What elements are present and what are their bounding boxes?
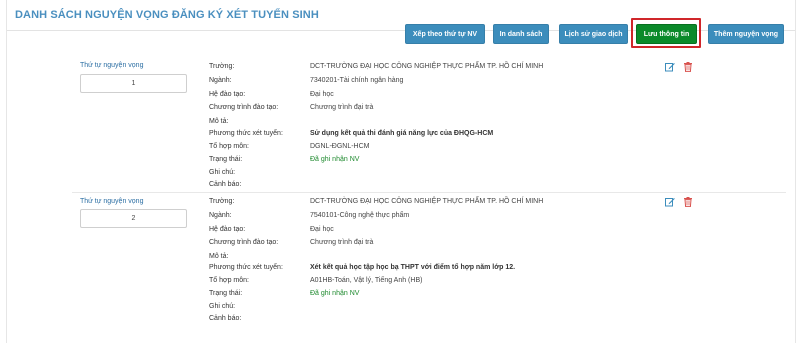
- school-label: Trường:: [209, 198, 235, 205]
- status-label: Trạng thái:: [209, 290, 243, 297]
- training-system-label: Hệ đào tạo:: [209, 91, 246, 98]
- training-system-label: Hệ đào tạo:: [209, 226, 246, 233]
- sort-by-order-button[interactable]: Xếp theo thứ tự NV: [405, 24, 485, 44]
- major-label: Ngành:: [209, 212, 232, 219]
- edit-icon[interactable]: [665, 197, 675, 207]
- page-title: DANH SÁCH NGUYỆN VỌNG ĐĂNG KÝ XÉT TUYỂN …: [15, 9, 319, 21]
- note-label: Ghi chú:: [209, 169, 236, 176]
- subject-group-value: A01HB-Toán, Vật lý, Tiếng Anh (HB): [310, 277, 423, 284]
- major-value: 7540101-Công nghệ thực phẩm: [310, 212, 410, 219]
- description-label: Mô tả:: [209, 118, 229, 125]
- major-value: 7340201-Tài chính ngân hàng: [310, 77, 404, 84]
- pref-order-label: Thứ tự nguyện vọng: [80, 62, 144, 69]
- subject-group-value: DGNL-ĐGNL-HCM: [310, 143, 370, 150]
- warning-label: Cảnh báo:: [209, 181, 242, 188]
- program-label: Chương trình đào tạo:: [209, 239, 279, 246]
- pref-order-label: Thứ tự nguyện vọng: [80, 198, 144, 205]
- method-value: Xét kết quả học tập học bạ THPT với điểm…: [310, 264, 516, 271]
- description-label: Mô tả:: [209, 253, 229, 260]
- status-value: Đã ghi nhận NV: [310, 290, 360, 297]
- add-wish-button[interactable]: Thêm nguyện vọng: [708, 24, 784, 44]
- note-label: Ghi chú:: [209, 303, 236, 310]
- program-label: Chương trình đào tạo:: [209, 104, 279, 111]
- method-label: Phương thức xét tuyển:: [209, 264, 283, 271]
- major-label: Ngành:: [209, 77, 232, 84]
- transaction-history-button[interactable]: Lịch sử giao dịch: [559, 24, 628, 44]
- training-system-value: Đại học: [310, 226, 334, 233]
- school-label: Trường:: [209, 63, 235, 70]
- program-value: Chương trình đại trà: [310, 239, 374, 246]
- method-value: Sử dụng kết quả thi đánh giá năng lực củ…: [310, 130, 494, 137]
- wish-divider: [72, 192, 786, 193]
- training-system-value: Đại học: [310, 91, 334, 98]
- subject-group-label: Tổ hợp môn:: [209, 143, 249, 150]
- pref-order-input[interactable]: 1: [80, 74, 187, 93]
- save-info-button[interactable]: Lưu thông tin: [636, 24, 697, 44]
- method-label: Phương thức xét tuyển:: [209, 130, 283, 137]
- wish-list-panel: DANH SÁCH NGUYỆN VỌNG ĐĂNG KÝ XÉT TUYỂN …: [6, 0, 796, 343]
- school-value: DCT-TRƯỜNG ĐẠI HỌC CÔNG NGHIỆP THỰC PHẨM…: [310, 198, 544, 205]
- print-list-button[interactable]: In danh sách: [493, 24, 549, 44]
- trash-icon[interactable]: [683, 62, 693, 72]
- program-value: Chương trình đại trà: [310, 104, 374, 111]
- status-value: Đã ghi nhận NV: [310, 156, 360, 163]
- pref-order-input[interactable]: 2: [80, 209, 187, 228]
- trash-icon[interactable]: [683, 197, 693, 207]
- school-value: DCT-TRƯỜNG ĐẠI HỌC CÔNG NGHIỆP THỰC PHẨM…: [310, 63, 544, 70]
- status-label: Trạng thái:: [209, 156, 243, 163]
- edit-icon[interactable]: [665, 62, 675, 72]
- subject-group-label: Tổ hợp môn:: [209, 277, 249, 284]
- warning-label: Cảnh báo:: [209, 315, 242, 322]
